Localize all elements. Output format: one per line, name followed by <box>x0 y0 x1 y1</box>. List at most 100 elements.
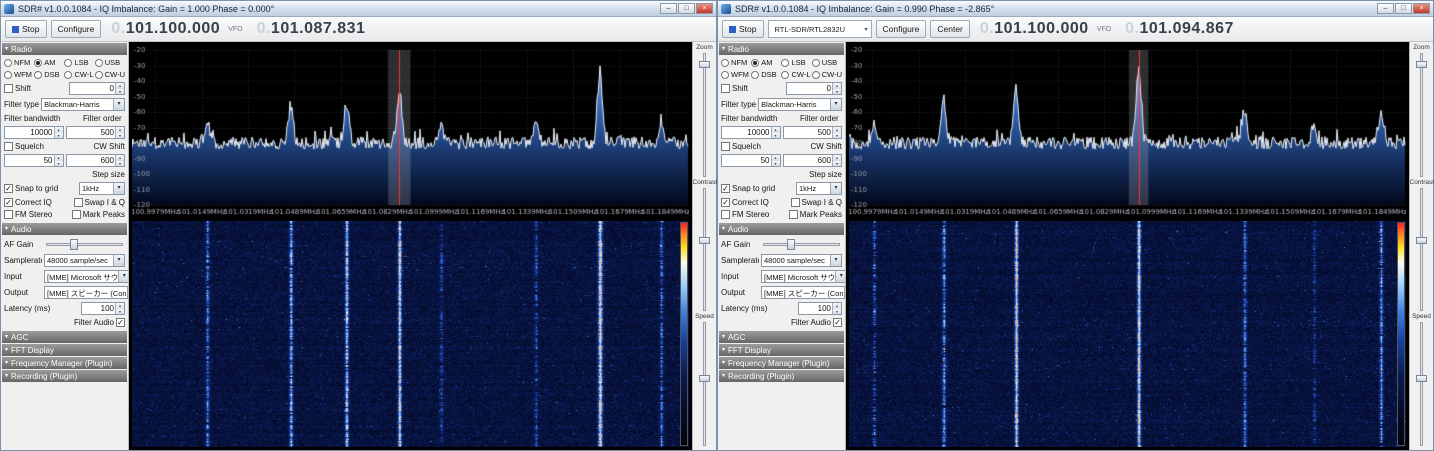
swap-iq-checkbox[interactable] <box>73 198 83 207</box>
center-frequency-display[interactable]: 0. 101.100.000 <box>111 20 220 38</box>
minimize-button[interactable]: – <box>1377 3 1394 14</box>
panel-header-agc[interactable]: ▾ AGC <box>719 331 844 343</box>
snap-to-grid-checkbox[interactable]: ✓ <box>721 184 730 193</box>
mark-peaks-checkbox[interactable] <box>71 210 81 219</box>
slider-thumb[interactable] <box>698 236 710 244</box>
mark-peaks-checkbox[interactable] <box>788 210 798 219</box>
waterfall-display[interactable] <box>849 221 1406 447</box>
stop-button[interactable]: Stop <box>722 20 764 38</box>
filter-bandwidth-field[interactable]: 10000 ▴ ▾ <box>721 126 781 139</box>
squelch-field[interactable]: 50 ▴ ▾ <box>4 154 64 167</box>
center-button[interactable]: Center <box>930 20 970 38</box>
spin-down-icon[interactable]: ▾ <box>770 132 780 138</box>
spinner[interactable]: ▴ ▾ <box>115 155 124 166</box>
radio-button-icon[interactable] <box>811 70 820 79</box>
spinner[interactable]: ▴ ▾ <box>53 155 63 166</box>
dropdown-icon[interactable]: ▾ <box>113 183 124 194</box>
audio-output-select[interactable]: [MME] スピーカー (Con ▾ <box>761 286 845 299</box>
waterfall-display[interactable] <box>132 221 689 447</box>
radio-button-icon[interactable] <box>721 58 729 67</box>
shift-checkbox[interactable] <box>721 84 730 93</box>
spinner[interactable]: ▴ ▾ <box>115 127 124 138</box>
squelch-field[interactable]: 50 ▴ ▾ <box>721 154 781 167</box>
configure-button[interactable]: Configure <box>875 20 927 38</box>
cw-shift-field[interactable]: 600 ▴ ▾ <box>65 154 125 167</box>
samplerate-select[interactable]: 48000 sample/sec ▾ <box>44 254 125 267</box>
spin-down-icon[interactable]: ▾ <box>53 132 63 138</box>
spin-down-icon[interactable]: ▾ <box>832 88 841 94</box>
mode-option-cw-l[interactable]: CW-L <box>64 70 94 79</box>
close-button[interactable]: × <box>1413 3 1430 14</box>
panel-header-audio[interactable]: ▾ Audio <box>719 223 844 235</box>
zoom-slider[interactable] <box>1410 51 1433 179</box>
latency-field[interactable]: 100 ▴ ▾ <box>798 302 842 315</box>
vfo-value[interactable]: 101.094.867 <box>1139 20 1233 38</box>
panel-header-frequency-manager[interactable]: ▾ Frequency Manager (Plugin) <box>2 357 127 369</box>
spinner[interactable]: ▴ ▾ <box>770 155 780 166</box>
spin-down-icon[interactable]: ▾ <box>770 160 780 166</box>
radio-button-icon[interactable] <box>64 70 73 79</box>
zoom-slider[interactable] <box>693 51 716 179</box>
mode-option-wfm[interactable]: WFM <box>4 70 34 79</box>
vfo-frequency-display[interactable]: 0. 101.094.867 <box>1125 20 1234 38</box>
stop-button[interactable]: Stop <box>5 20 47 38</box>
spin-down-icon[interactable]: ▾ <box>115 160 124 166</box>
radio-button-icon[interactable] <box>4 58 12 67</box>
radio-button-icon[interactable] <box>751 70 760 79</box>
mode-option-am[interactable]: AM <box>34 58 64 67</box>
slider-thumb[interactable] <box>1415 236 1427 244</box>
spin-down-icon[interactable]: ▾ <box>115 88 124 94</box>
maximize-button[interactable]: □ <box>678 3 695 14</box>
radio-button-icon[interactable] <box>751 58 760 67</box>
dropdown-icon[interactable]: ▾ <box>830 255 841 266</box>
spinner[interactable]: ▴ ▾ <box>115 83 124 94</box>
spin-down-icon[interactable]: ▾ <box>832 160 841 166</box>
mode-option-dsb[interactable]: DSB <box>34 70 64 79</box>
filter-order-field[interactable]: 500 ▴ ▾ <box>782 126 842 139</box>
spin-down-icon[interactable]: ▾ <box>832 132 841 138</box>
dropdown-icon[interactable]: ▾ <box>864 26 867 33</box>
dropdown-icon[interactable]: ▾ <box>118 271 128 282</box>
radio-button-icon[interactable] <box>34 70 43 79</box>
panel-header-audio[interactable]: ▾ Audio <box>2 223 127 235</box>
latency-field[interactable]: 100 ▴ ▾ <box>81 302 125 315</box>
spin-down-icon[interactable]: ▾ <box>832 308 841 314</box>
panel-header-frequency-manager[interactable]: ▾ Frequency Manager (Plugin) <box>719 357 844 369</box>
radio-button-icon[interactable] <box>781 70 790 79</box>
spinner[interactable]: ▴ ▾ <box>832 83 841 94</box>
squelch-checkbox[interactable] <box>721 142 730 151</box>
radio-button-icon[interactable] <box>781 58 790 67</box>
audio-input-select[interactable]: [MME] Microsoft サウ ▾ <box>761 270 845 283</box>
spinner[interactable]: ▴ ▾ <box>832 155 841 166</box>
shift-field[interactable]: 0 ▴ ▾ <box>69 82 125 95</box>
spinner[interactable]: ▴ ▾ <box>770 127 780 138</box>
dropdown-icon[interactable]: ▾ <box>113 255 124 266</box>
mode-option-usb[interactable]: USB <box>811 58 842 67</box>
radio-button-icon[interactable] <box>64 58 73 67</box>
configure-button[interactable]: Configure <box>50 20 102 38</box>
filter-type-select[interactable]: Blackman-Harris ▾ <box>758 98 842 111</box>
panel-header-agc[interactable]: ▾ AGC <box>2 331 127 343</box>
squelch-checkbox[interactable] <box>4 142 13 151</box>
radio-button-icon[interactable] <box>94 70 103 79</box>
contrast-slider[interactable] <box>1410 186 1433 314</box>
mode-option-lsb[interactable]: LSB <box>64 58 94 67</box>
samplerate-select[interactable]: 48000 sample/sec ▾ <box>761 254 842 267</box>
shift-checkbox[interactable] <box>4 84 13 93</box>
slider-thumb[interactable] <box>698 375 710 383</box>
spinner[interactable]: ▴ ▾ <box>115 303 124 314</box>
spin-down-icon[interactable]: ▾ <box>115 132 124 138</box>
snap-to-grid-checkbox[interactable]: ✓ <box>4 184 13 193</box>
panel-header-recording[interactable]: ▾ Recording (Plugin) <box>2 370 127 382</box>
correct-iq-checkbox[interactable]: ✓ <box>4 198 13 207</box>
filter-audio-checkbox[interactable]: ✓ <box>116 318 125 327</box>
maximize-button[interactable]: □ <box>1395 3 1412 14</box>
close-button[interactable]: × <box>696 3 713 14</box>
af-gain-slider[interactable] <box>761 238 842 251</box>
dropdown-icon[interactable]: ▾ <box>113 99 124 110</box>
shift-field[interactable]: 0 ▴ ▾ <box>786 82 842 95</box>
panel-header-recording[interactable]: ▾ Recording (Plugin) <box>719 370 844 382</box>
panel-header-fft-display[interactable]: ▾ FFT Display <box>2 344 127 356</box>
mode-option-cw-u[interactable]: CW-U <box>94 70 125 79</box>
mode-option-cw-u[interactable]: CW-U <box>811 70 842 79</box>
